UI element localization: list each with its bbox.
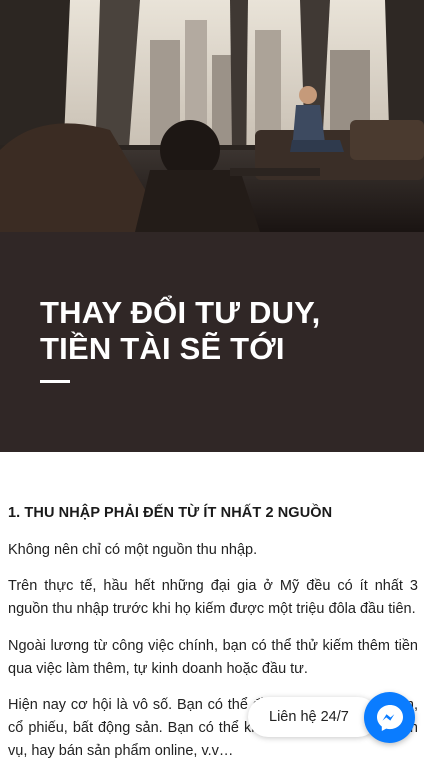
paragraph-3: Ngoài lương từ công việc chính, bạn có t… bbox=[8, 638, 418, 677]
contact-label: Liên hệ 24/7 bbox=[269, 709, 349, 725]
paragraph-2: Trên thực tế, hầu hết những đại gia ở Mỹ… bbox=[8, 578, 418, 617]
messenger-icon bbox=[376, 704, 403, 731]
messenger-button[interactable] bbox=[364, 692, 415, 743]
hero-image bbox=[0, 0, 424, 232]
contact-24-7-button[interactable]: Liên hệ 24/7 bbox=[248, 697, 378, 737]
hero-title-band: THAY ĐỔI TƯ DUY, TIỀN TÀI SẼ TỚI bbox=[0, 232, 424, 452]
title-line-1: THAY ĐỔI TƯ DUY, bbox=[40, 295, 321, 330]
paragraph-1: Không nên chỉ có một nguồn thu nhập. bbox=[8, 542, 258, 558]
page-title: THAY ĐỔI TƯ DUY, TIỀN TÀI SẼ TỚI bbox=[40, 295, 410, 367]
office-businessmen-photo bbox=[0, 0, 424, 232]
section-heading: 1. THU NHẬP PHẢI ĐẾN TỪ ÍT NHẤT 2 NGUỒN bbox=[8, 505, 333, 521]
title-underline bbox=[40, 380, 70, 383]
title-line-2: TIỀN TÀI SẼ TỚI bbox=[40, 331, 285, 366]
